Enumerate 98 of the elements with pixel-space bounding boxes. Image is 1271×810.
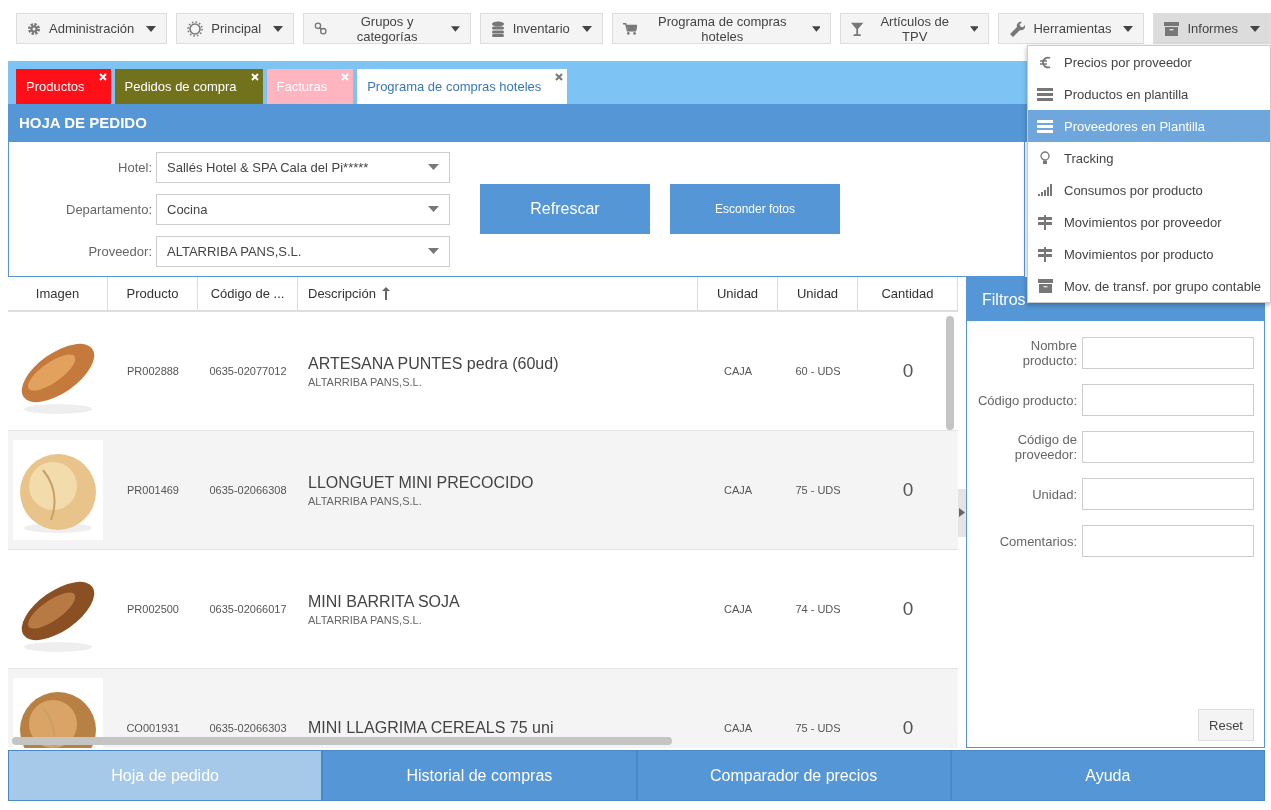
supplier-name: ALTARRIBA PANS,S.L. — [308, 375, 423, 388]
dropdown-field[interactable]: Cocina — [156, 193, 450, 225]
field-label: Unidad: — [1031, 486, 1077, 502]
field-label: Código producto: — [977, 392, 1077, 408]
table-cell-text: PR001469 — [126, 484, 180, 496]
nav-menu-button[interactable]: Inventario — [479, 13, 603, 44]
input-field[interactable] — [1082, 478, 1254, 510]
close-icon[interactable] — [555, 73, 564, 81]
input-field[interactable] — [1082, 384, 1254, 416]
caret-icon — [450, 25, 460, 32]
field-label: Código de proveedor: — [1013, 432, 1077, 462]
column-header[interactable]: Imagen — [8, 277, 108, 310]
quantity-cell-text: 0 — [901, 717, 915, 739]
wrench-icon — [1009, 20, 1026, 37]
product-name: MINI BARRITA SOJA — [308, 592, 461, 611]
table-cell-text: 0635-02066017 — [208, 603, 288, 615]
dropdown-field[interactable]: ALTARRIBA PANS,S.L. — [156, 235, 450, 267]
link-icon — [314, 21, 328, 36]
signpost-icon — [1037, 214, 1053, 230]
table-cell-text: PR002500 — [126, 603, 180, 615]
archive-icon — [1164, 21, 1180, 36]
column-header[interactable]: Unidad — [778, 277, 858, 310]
archive-icon — [1037, 279, 1053, 293]
nav-menu-button[interactable]: Grupos y categorías — [303, 13, 471, 44]
caret-icon — [428, 248, 439, 254]
table-cell-text: PR002888 — [126, 365, 180, 377]
nav-menu-button[interactable]: Principal — [176, 13, 295, 44]
nav-menu-button[interactable]: Informes — [1153, 13, 1271, 44]
table-cell-text: 74 - UDS — [794, 603, 842, 615]
list-icon — [1037, 119, 1053, 133]
table-cell-text: 60 - UDS — [794, 365, 842, 377]
collapse-handle[interactable] — [958, 488, 966, 537]
document-tab[interactable]: Productos — [16, 69, 111, 104]
cart-icon — [622, 21, 637, 36]
menu-item[interactable]: Movimientos por producto — [1028, 238, 1270, 270]
document-tab[interactable]: Pedidos de compra — [114, 69, 263, 104]
field-label: Nombre producto: — [1021, 338, 1077, 368]
glass-icon — [851, 20, 864, 37]
caret-icon — [273, 25, 284, 32]
caret-icon — [1123, 25, 1134, 32]
nav-menu-button[interactable]: Artículos de TPV — [840, 13, 990, 44]
menu-item[interactable]: Precios por proveedor — [1028, 46, 1270, 78]
column-header[interactable]: Producto — [108, 277, 198, 310]
document-tab[interactable]: Programa de compras hoteles — [357, 69, 568, 104]
signal-icon — [1037, 184, 1053, 196]
caret-icon — [969, 25, 979, 32]
field-label: Comentarios: — [998, 533, 1077, 549]
vertical-scrollbar[interactable] — [946, 316, 954, 430]
database-icon — [490, 20, 505, 37]
caret-icon — [428, 164, 439, 170]
menu-item[interactable]: Tracking — [1028, 142, 1270, 174]
signpost-icon — [1037, 246, 1053, 262]
caret-icon — [146, 25, 157, 32]
quantity-cell-text: 0 — [901, 479, 915, 501]
product-name: ARTESANA PUNTES pedra (60ud) — [308, 354, 560, 373]
table-cell-text: CAJA — [722, 722, 754, 734]
product-name: LLONGUET MINI PRECOCIDO — [308, 473, 535, 492]
table-cell-text: CAJA — [722, 603, 754, 615]
dropdown-field[interactable]: Sallés Hotel & SPA Cala del Pi***** — [156, 151, 450, 183]
product-name: MINI LLAGRIMA CEREALS 75 uni — [308, 719, 555, 737]
gear-icon — [27, 21, 41, 36]
column-header[interactable]: Código de ... — [198, 277, 298, 310]
reset-button[interactable]: Reset — [1198, 709, 1254, 741]
column-header[interactable]: Unidad — [698, 277, 778, 310]
table-cell-text: 0635-02066303 — [208, 722, 288, 734]
sort-arrow-icon — [381, 287, 390, 300]
caret-icon — [581, 25, 592, 32]
supplier-name: ALTARRIBA PANS,S.L. — [308, 494, 423, 507]
caret-icon — [428, 206, 439, 212]
nav-menu-button[interactable]: Herramientas — [998, 13, 1145, 44]
field-label: Hotel: — [118, 159, 152, 175]
euro-icon — [1039, 55, 1051, 69]
list-icon — [1037, 87, 1053, 101]
table-cell-text: 75 - UDS — [794, 484, 842, 496]
menu-item[interactable]: Consumos por producto — [1028, 174, 1270, 206]
table-cell-text: 75 - UDS — [794, 722, 842, 734]
menu-item[interactable]: Movimientos por proveedor — [1028, 206, 1270, 238]
nav-menu-button[interactable]: Programa de compras hoteles — [611, 13, 832, 44]
sun-icon — [187, 20, 204, 37]
table-cell-text: CO001931 — [125, 722, 181, 734]
field-label: Proveedor: — [88, 243, 152, 259]
table-cell-text: 0635-02066308 — [208, 484, 288, 496]
input-field[interactable] — [1082, 431, 1254, 463]
input-field[interactable] — [1082, 525, 1254, 557]
quantity-cell-text: 0 — [901, 598, 915, 620]
quantity-cell-text: 0 — [901, 360, 915, 382]
field-label: Departamento: — [66, 201, 152, 217]
caret-icon — [811, 25, 821, 32]
nav-menu-button[interactable]: Administración — [16, 13, 168, 44]
table-cell-text: CAJA — [722, 484, 754, 496]
table-cell-text: CAJA — [722, 365, 754, 377]
horizontal-scrollbar[interactable] — [12, 737, 672, 745]
column-header[interactable]: Descripción — [298, 277, 698, 310]
supplier-name: ALTARRIBA PANS,S.L. — [308, 613, 423, 626]
caret-icon — [1250, 25, 1260, 32]
table-cell-text: 0635-02077012 — [208, 365, 288, 377]
input-field[interactable] — [1082, 337, 1254, 369]
bulb-icon — [1040, 151, 1050, 165]
